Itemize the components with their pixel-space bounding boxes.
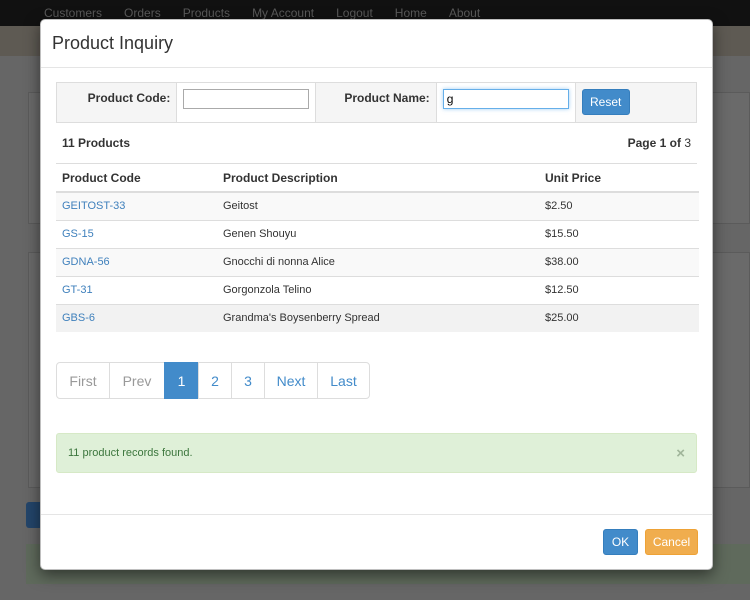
page-1-button[interactable]: 1 — [164, 362, 199, 399]
page-first-button[interactable]: First — [56, 362, 110, 399]
row-description: Genen Shouyu — [217, 219, 539, 248]
results-summary: 11 Products Page 1 of 3 — [56, 123, 697, 164]
product-code-link[interactable]: GDNA-56 — [62, 256, 110, 268]
modal-footer: OK Cancel — [41, 514, 712, 570]
modal-body: Product Code: Product Name: Reset 11 Pro… — [41, 82, 712, 473]
row-description: Geitost — [217, 191, 539, 220]
page-of: of — [669, 136, 681, 150]
page-2-button[interactable]: 2 — [198, 362, 232, 399]
background-button — [26, 502, 40, 528]
reset-button[interactable]: Reset — [581, 89, 630, 115]
row-price: $15.50 — [539, 219, 699, 248]
product-name-input[interactable] — [442, 89, 569, 109]
page-prev-button[interactable]: Prev — [109, 362, 165, 399]
alert-message: 11 product records found. — [68, 447, 193, 459]
cancel-button[interactable]: Cancel — [645, 529, 698, 555]
row-code-cell: GS-15 — [56, 219, 217, 248]
products-table: Product Code Product Description Unit Pr… — [56, 164, 699, 332]
header-unit-price: Unit Price — [539, 164, 699, 193]
product-code-link[interactable]: GEITOST-33 — [62, 200, 125, 212]
nav-my-account: My Account — [252, 6, 315, 20]
pagination: First Prev 1 2 3 Next Last — [56, 362, 697, 399]
close-icon[interactable]: × — [676, 446, 685, 461]
row-code-cell: GT-31 — [56, 275, 217, 304]
product-code-cell — [177, 83, 317, 122]
page-last-button[interactable]: Last — [317, 362, 370, 399]
page-prefix: Page — [627, 136, 657, 150]
page-indicator: Page 1 of 3 — [628, 136, 691, 150]
modal-title: Product Inquiry — [52, 33, 174, 53]
row-code-cell: GDNA-56 — [56, 247, 217, 276]
product-code-link[interactable]: GT-31 — [62, 284, 93, 296]
table-row: GEITOST-33 Geitost $2.50 — [56, 191, 699, 220]
row-code-cell: GBS-6 — [56, 303, 217, 332]
header-product-description: Product Description — [217, 164, 539, 193]
nav-logout: Logout — [336, 6, 373, 20]
product-inquiry-modal: Product Inquiry Product Code: Product Na… — [40, 19, 713, 570]
row-price: $12.50 — [539, 275, 699, 304]
row-code-cell: GEITOST-33 — [56, 191, 217, 220]
page-total: 3 — [684, 136, 691, 150]
nav-customers: Customers — [44, 6, 103, 20]
nav-about: About — [448, 6, 481, 20]
product-code-label: Product Code: — [57, 83, 178, 122]
records-found-alert: 11 product records found. × — [56, 433, 697, 473]
row-price: $2.50 — [539, 191, 699, 220]
product-name-cell — [436, 83, 576, 122]
product-code-link[interactable]: GBS-6 — [62, 312, 95, 324]
reset-cell: Reset — [576, 83, 696, 122]
product-code-input[interactable] — [183, 89, 310, 109]
table-row: GBS-6 Grandma's Boysenberry Spread $25.0… — [56, 303, 699, 332]
nav-home: Home — [394, 6, 427, 20]
nav-products: Products — [182, 6, 231, 20]
product-count: 11 Products — [62, 136, 131, 150]
row-description: Gnocchi di nonna Alice — [217, 247, 539, 276]
nav-orders: Orders — [124, 6, 161, 20]
row-price: $38.00 — [539, 247, 699, 276]
ok-button[interactable]: OK — [603, 529, 638, 555]
table-row: GS-15 Genen Shouyu $15.50 — [56, 219, 699, 248]
row-price: $25.00 — [539, 303, 699, 332]
page-current: 1 — [659, 136, 667, 150]
row-description: Gorgonzola Telino — [217, 275, 539, 304]
product-name-label: Product Name: — [316, 83, 437, 122]
product-code-link[interactable]: GS-15 — [62, 228, 94, 240]
table-row: GT-31 Gorgonzola Telino $12.50 — [56, 275, 699, 304]
search-bar: Product Code: Product Name: Reset — [56, 82, 697, 123]
table-row: GDNA-56 Gnocchi di nonna Alice $38.00 — [56, 247, 699, 276]
page-3-button[interactable]: 3 — [231, 362, 265, 399]
table-header-row: Product Code Product Description Unit Pr… — [56, 164, 699, 193]
header-product-code: Product Code — [56, 164, 217, 193]
page-next-button[interactable]: Next — [264, 362, 318, 399]
row-description: Grandma's Boysenberry Spread — [217, 303, 539, 332]
modal-header: Product Inquiry — [41, 20, 712, 68]
